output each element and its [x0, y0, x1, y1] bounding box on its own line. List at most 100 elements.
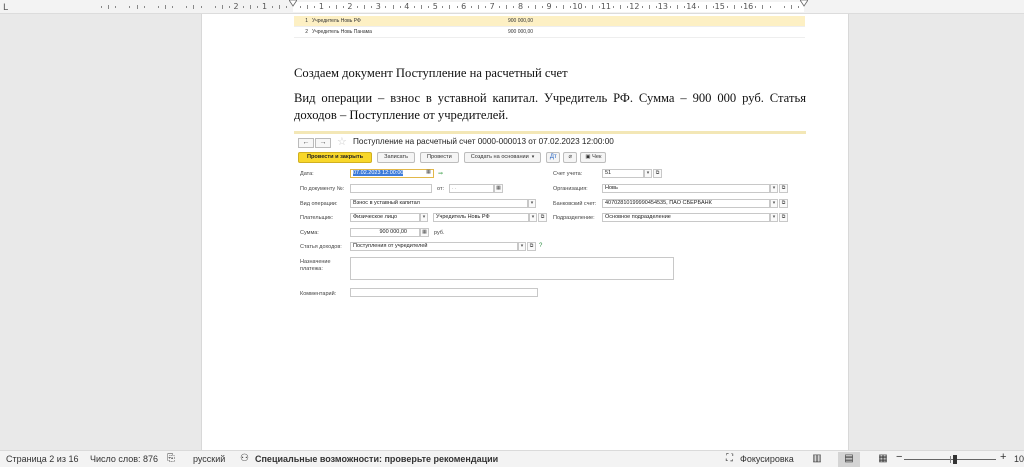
- ruler-tick: [278, 5, 280, 9]
- language-indicator[interactable]: русский: [193, 454, 225, 465]
- ruler-number: 1: [318, 2, 324, 11]
- paragraph-create-document[interactable]: Создаем документ Поступление на расчетны…: [294, 65, 806, 82]
- ruler-tick: [164, 5, 166, 9]
- ruler-tick: [513, 6, 515, 8]
- word-count[interactable]: Число слов: 876: [90, 454, 158, 465]
- ruler-tick: [556, 6, 558, 8]
- nav-buttons: ← →: [298, 138, 331, 148]
- calendar-icon: ▦: [426, 169, 431, 175]
- row-amount: 900 000,00: [508, 29, 534, 35]
- ruler-number: 12: [629, 2, 640, 11]
- zoom-in-button[interactable]: +: [1000, 452, 1006, 463]
- ruler-tick: [598, 6, 600, 8]
- ruler-number: 10: [572, 2, 583, 11]
- focus-icon[interactable]: ⛶: [726, 453, 733, 465]
- check-button: ▣ Чек: [580, 152, 607, 163]
- doc-number-label: По документу №:: [300, 186, 345, 192]
- zoom-slider-thumb[interactable]: [953, 455, 957, 464]
- accessibility-status[interactable]: Специальные возможности: проверьте реком…: [255, 454, 498, 465]
- forward-button: →: [315, 138, 331, 148]
- tab-stop-selector[interactable]: L: [3, 3, 8, 13]
- ruler-tick: [712, 6, 714, 8]
- ruler-tick: [641, 6, 643, 8]
- division-field: Основное подразделение: [602, 213, 770, 222]
- check-label: Чек: [592, 154, 602, 160]
- create-based-on-button: Создать на основании: [463, 152, 542, 163]
- ruler-tick: [655, 6, 657, 8]
- ruler-tick: [421, 5, 423, 9]
- zoom-out-button[interactable]: −: [896, 452, 902, 463]
- bank-account-label: Банковский счет:: [553, 201, 597, 207]
- ruler-tick: [477, 5, 479, 9]
- ruler-tick: [627, 6, 629, 8]
- ruler-tick: [762, 5, 764, 9]
- read-mode-icon[interactable]: ▥: [806, 452, 828, 467]
- income-item-field: Поступления от учредителей: [350, 242, 518, 251]
- chevron-down-icon: ▾: [528, 199, 536, 208]
- table-row: 2 Учредитель Новь Панама 900 000,00: [294, 27, 805, 38]
- proofing-icon[interactable]: ⎘: [167, 453, 175, 465]
- division-label: Подразделение:: [553, 215, 595, 221]
- from-label: от:: [437, 186, 444, 192]
- right-indent-marker[interactable]: [800, 0, 808, 7]
- ruler-number: 4: [404, 2, 410, 11]
- form-title: Поступление на расчетный счет 0000-00001…: [353, 137, 614, 146]
- left-indent-marker[interactable]: [289, 0, 297, 7]
- ruler-tick: [285, 6, 287, 8]
- form-toolbar: Провести и закрыть Записать Провести Соз…: [298, 152, 611, 163]
- ruler-tick: [221, 5, 223, 9]
- ruler-tick: [271, 6, 273, 8]
- ruler-number: 6: [461, 2, 467, 11]
- ruler-tick: [335, 5, 337, 9]
- ruler-tick: [733, 5, 735, 9]
- purpose-label-line2: платежа:: [300, 266, 323, 272]
- ruler-tick: [677, 5, 679, 9]
- document-page[interactable]: 1 Учредитель Новь РФ 900 000,00 2 Учреди…: [201, 14, 849, 450]
- ruler-tick: [669, 6, 671, 8]
- attach-icon: ⌀: [563, 152, 578, 163]
- payer-field: Учредитель Новь РФ: [433, 213, 529, 222]
- ruler-tick: [648, 5, 650, 9]
- ruler-number: 8: [518, 2, 524, 11]
- ruler-tick: [108, 5, 110, 9]
- web-layout-icon[interactable]: ▦: [872, 452, 894, 467]
- focus-button[interactable]: Фокусировка: [740, 454, 794, 465]
- ruler-tick: [143, 6, 145, 8]
- help-icon: ?: [539, 243, 543, 249]
- ruler-tick: [300, 6, 302, 8]
- open-link-icon: ⧉: [653, 169, 662, 178]
- print-layout-icon[interactable]: ▤: [838, 452, 860, 467]
- post-and-close-button: Провести и закрыть: [298, 152, 373, 163]
- from-date-field: . .: [449, 184, 494, 193]
- paragraph-operation-description[interactable]: Вид операции – взнос в уставной капитал.…: [294, 90, 806, 124]
- ruler-tick: [129, 6, 131, 8]
- ruler-tick: [534, 5, 536, 9]
- horizontal-ruler[interactable]: L 2 1 1 2 3 4 5 6 7 8 9 10 11 12 13 14 15 16: [0, 0, 1024, 14]
- page-counter[interactable]: Страница 2 из 16: [6, 454, 78, 465]
- ruler-number: 11: [600, 2, 612, 11]
- ruler-tick: [428, 6, 430, 8]
- ruler-tick: [413, 6, 415, 8]
- ruler-tick: [684, 6, 686, 8]
- ruler-tick: [527, 6, 529, 8]
- table-row: 1 Учредитель Новь РФ 900 000,00: [294, 16, 805, 27]
- chevron-down-icon: ▾: [518, 242, 526, 251]
- ruler-tick: [698, 6, 700, 8]
- ruler-tick: [399, 6, 401, 8]
- payer-type-field: Физическое лицо: [350, 213, 420, 222]
- payer-label: Плательщик:: [300, 215, 334, 221]
- purpose-textarea: [350, 257, 674, 280]
- accessibility-icon[interactable]: ⚇: [240, 453, 249, 465]
- ruler-tick: [705, 5, 707, 9]
- comment-field: [350, 288, 538, 297]
- ruler-number: 5: [432, 2, 438, 11]
- ruler-tick: [783, 6, 785, 8]
- zoom-level[interactable]: 10: [1014, 454, 1024, 465]
- ruler-tick: [314, 6, 316, 8]
- account-field: 51: [602, 169, 644, 178]
- ruler-number: 14: [686, 2, 697, 11]
- ruler-tick: [485, 6, 487, 8]
- row-number: 2: [305, 29, 308, 35]
- ruler-tick: [193, 5, 195, 9]
- open-link-icon: ⧉: [538, 213, 547, 222]
